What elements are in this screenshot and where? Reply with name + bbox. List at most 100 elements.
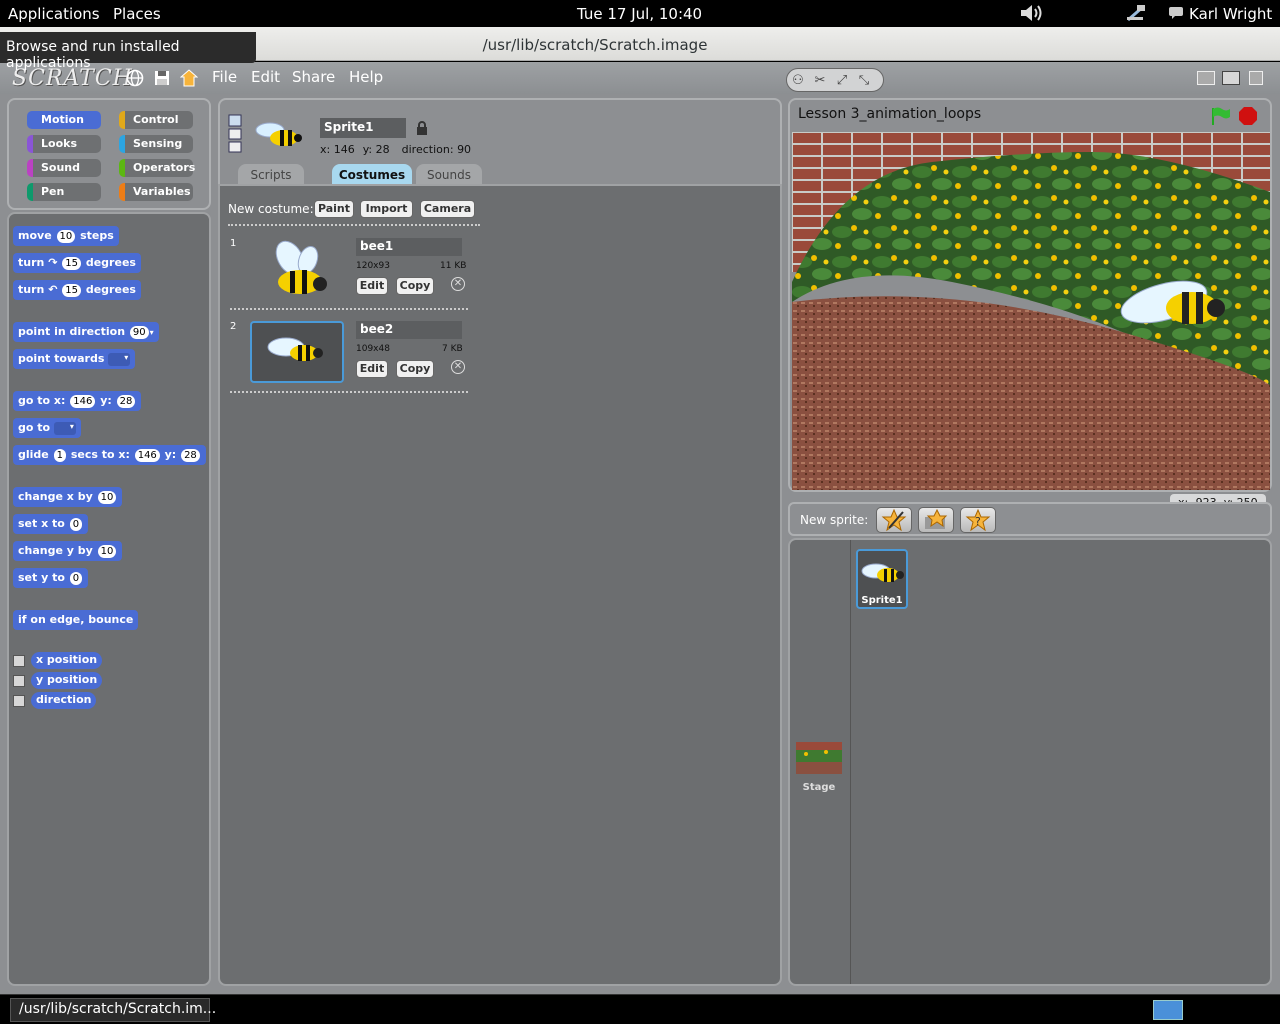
import-sprite-button[interactable] (918, 507, 954, 533)
sprite-info-panel: Sprite1 x: 146 y: 28 direction: 90 Scripts… (218, 98, 782, 186)
scratch-app: SCRATCH File Edit Share Help ⚇ ✂ ⤢ ⤡ Motion… (0, 62, 1280, 994)
grow-icon[interactable]: ⤢ (831, 70, 853, 92)
tab-sounds[interactable]: Sounds (416, 164, 482, 186)
category-control[interactable]: Control (119, 111, 193, 129)
set-x-block[interactable]: set x to 0 (13, 514, 89, 534)
delete-costume-icon[interactable]: ✕ (451, 360, 465, 374)
stage-tile[interactable]: Stage (796, 742, 844, 794)
bee-image (275, 240, 327, 294)
workspace-switcher[interactable] (1153, 1000, 1183, 1020)
places-menu[interactable]: Places (113, 5, 161, 23)
paint-sprite-button[interactable] (876, 507, 912, 533)
direction-reporter[interactable]: direction (31, 692, 97, 709)
random-sprite-button[interactable]: ? (960, 507, 996, 533)
edit-costume-button[interactable]: Edit (356, 277, 388, 295)
divider (230, 391, 468, 393)
change-x-block[interactable]: change x by 10 (13, 487, 123, 507)
duplicate-icon[interactable]: ⚇ (787, 70, 809, 92)
rotation-style-icons[interactable] (228, 114, 242, 154)
x-position-checkbox[interactable] (13, 655, 25, 667)
stop-icon[interactable] (1238, 106, 1258, 126)
delete-icon[interactable]: ✂ (809, 70, 831, 92)
y-position-checkbox[interactable] (13, 675, 25, 687)
category-label: Pen (41, 185, 65, 198)
glide-block[interactable]: glide 1 secs to x: 146 y: 28 (13, 445, 206, 465)
turn-left-block[interactable]: turn ↶ 15 degrees (13, 280, 141, 300)
network-icon[interactable] (1125, 3, 1147, 23)
bee-image (267, 337, 323, 361)
category-looks[interactable]: Looks (27, 135, 101, 153)
go-to-block[interactable]: go to ▾ (13, 418, 81, 438)
globe-icon[interactable] (126, 69, 144, 87)
help-menu[interactable]: Help (349, 68, 383, 86)
copy-costume-button[interactable]: Copy (396, 277, 434, 295)
costume-index: 1 (230, 238, 237, 249)
taskbar-window-button[interactable]: /usr/lib/scratch/Scratch.im... (10, 998, 216, 1022)
edit-costume-button[interactable]: Edit (356, 360, 388, 378)
copy-costume-button[interactable]: Copy (396, 360, 434, 378)
category-motion[interactable]: Motion (27, 111, 101, 129)
y-position-reporter[interactable]: y position (31, 672, 103, 689)
point-direction-block[interactable]: point in direction 90 ▾ (13, 322, 159, 342)
stage-thumbnail (796, 742, 842, 774)
divider (230, 308, 468, 310)
costume-name-field[interactable]: bee1 (356, 238, 462, 256)
category-variables[interactable]: Variables (119, 183, 193, 201)
volume-icon[interactable] (1019, 3, 1045, 23)
x-position-reporter[interactable]: x position (31, 652, 103, 669)
turn-right-block[interactable]: turn ↷ 15 degrees (13, 253, 141, 273)
tab-scripts[interactable]: Scripts (238, 164, 304, 186)
direction-checkbox[interactable] (13, 695, 25, 707)
folder-star-icon (925, 508, 948, 529)
edit-menu[interactable]: Edit (251, 68, 280, 86)
lock-icon[interactable] (416, 121, 428, 135)
stage-panel: Lesson 3_animation_loops (788, 98, 1272, 492)
change-y-block[interactable]: change y by 10 (13, 541, 123, 561)
go-to-xy-block[interactable]: go to x: 146 y: 28 (13, 391, 142, 411)
category-label: Control (133, 113, 179, 126)
new-sprite-label: New sprite: (800, 513, 869, 527)
taskbar-window-label: /usr/lib/scratch/Scratch.im... (19, 1001, 217, 1017)
share-icon[interactable] (180, 69, 198, 87)
category-operators[interactable]: Operators (119, 159, 195, 177)
file-menu[interactable]: File (212, 68, 237, 86)
clock[interactable]: Tue 17 Jul, 10:40 (577, 5, 702, 23)
category-sound[interactable]: Sound (27, 159, 101, 177)
costume-name-field[interactable]: bee2 (356, 321, 462, 339)
shrink-icon[interactable]: ⤡ (853, 70, 875, 92)
user-menu[interactable]: Karl Wright (1189, 5, 1272, 23)
svg-text:?: ? (975, 515, 981, 528)
sprite-name-field[interactable]: Sprite1 (320, 118, 406, 138)
chat-icon[interactable] (1169, 7, 1183, 19)
paint-button[interactable]: Paint (314, 200, 354, 218)
category-pen[interactable]: Pen (27, 183, 101, 201)
costume-thumbnail-selected[interactable] (250, 321, 344, 383)
sprite-tile-sprite1[interactable]: Sprite1 (856, 549, 908, 609)
import-button[interactable]: Import (360, 200, 413, 218)
small-stage-button[interactable] (1197, 71, 1215, 85)
normal-stage-button[interactable] (1222, 71, 1240, 85)
tab-costumes[interactable]: Costumes (332, 164, 412, 186)
dropdown-icon[interactable]: ▾ (108, 352, 131, 366)
green-flag-icon[interactable] (1210, 106, 1232, 126)
move-steps-block[interactable]: move 10 steps (13, 226, 119, 246)
delete-costume-icon[interactable]: ✕ (451, 277, 465, 291)
scratch-menubar: SCRATCH File Edit Share Help ⚇ ✂ ⤢ ⤡ (0, 62, 1280, 94)
bounce-block[interactable]: if on edge, bounce (13, 610, 139, 630)
category-label: Sensing (133, 137, 183, 150)
category-sensing[interactable]: Sensing (119, 135, 193, 153)
applications-menu[interactable]: Applications (8, 5, 100, 23)
camera-button[interactable]: Camera (420, 200, 475, 218)
presentation-button[interactable] (1249, 71, 1263, 85)
divider (228, 224, 480, 226)
set-y-block[interactable]: set y to 0 (13, 568, 89, 588)
rotate-ccw-icon: ↶ (48, 283, 58, 296)
share-menu[interactable]: Share (292, 68, 335, 86)
tooltip: Browse and run installed applications (0, 32, 256, 71)
point-towards-block[interactable]: point towards ▾ (13, 349, 136, 369)
dropdown-icon[interactable]: ▾ (53, 421, 76, 435)
stage-canvas[interactable] (792, 132, 1270, 490)
sprite-thumbnail (255, 122, 302, 146)
costume-thumbnail[interactable] (250, 238, 344, 300)
save-icon[interactable] (153, 69, 171, 87)
